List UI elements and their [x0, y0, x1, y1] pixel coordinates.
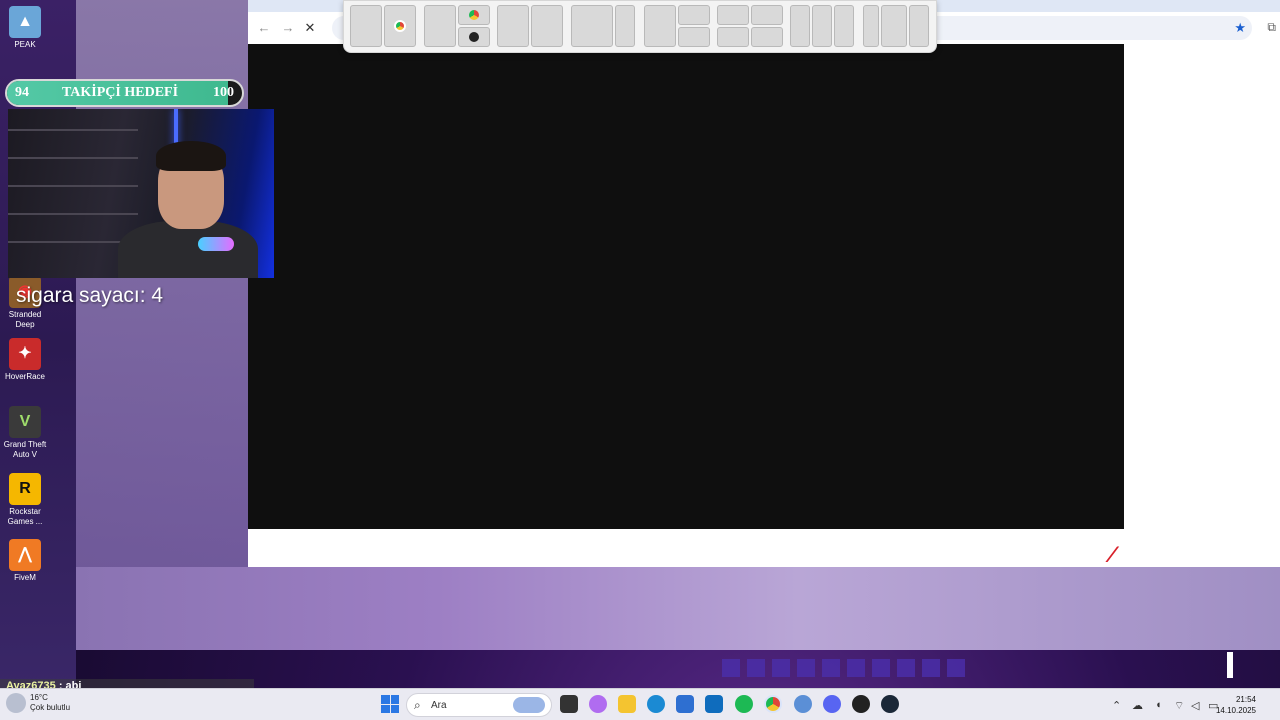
desktop-icon-gta-v[interactable]: V Grand Theft Auto V: [2, 406, 48, 460]
file-explorer-icon[interactable]: [618, 695, 636, 713]
channel-logo-watermark: ⁄ ▬▬▬ ▬▬▬: [1110, 542, 1267, 567]
microphone: [198, 237, 234, 251]
gta-v-icon: V: [9, 406, 41, 438]
taskbar: 16°C Çok bulutlu ⌕ Ara ⌃ ☁ ◖ ⌔ ◁ ▭ 21:54…: [0, 688, 1280, 720]
clock-time: 21:54: [1235, 695, 1256, 704]
snap-layout-thirds-wide[interactable]: [863, 5, 929, 47]
chrome-snap-icon: [384, 5, 416, 47]
task-view-icon[interactable]: [560, 695, 578, 713]
chrome-icon[interactable]: [764, 695, 782, 713]
snap-layout-left-stack[interactable]: [424, 5, 490, 47]
copilot-icon[interactable]: [589, 695, 607, 713]
clock-date: 14.10.2025: [1215, 706, 1256, 715]
stop-loading-icon[interactable]: ✕: [302, 20, 318, 36]
goal-current: 94: [15, 85, 29, 100]
snap-layout-even[interactable]: [497, 5, 563, 47]
back-icon[interactable]: ←: [256, 20, 272, 36]
edge-icon[interactable]: [647, 695, 665, 713]
discord-icon[interactable]: [823, 695, 841, 713]
goal-target: 100: [213, 85, 234, 100]
smoke-counter: sigara sayacı: 4: [16, 284, 164, 307]
desktop-icon-label: PEAK: [14, 40, 36, 49]
webcam-feed: [8, 109, 274, 278]
outlook-icon[interactable]: [705, 695, 723, 713]
peak-icon: ▲: [9, 6, 41, 38]
browser-window: ← → ✕ ★ ⧉: [248, 0, 1280, 567]
hoverrace-icon: ✦: [9, 338, 41, 370]
cloud-icon: [6, 693, 26, 713]
desktop-icon-rockstar[interactable]: R Rockstar Games ...: [2, 473, 48, 527]
snap-layout-grid[interactable]: [717, 5, 783, 47]
snap-layout-wide-left[interactable]: [571, 5, 635, 47]
desktop-icon-label: Rockstar Games ...: [7, 507, 43, 526]
snap-layout-halves[interactable]: [350, 5, 416, 47]
desktop-icon-label: Grand Theft Auto V: [3, 440, 47, 459]
search-placeholder: Ara: [431, 700, 447, 711]
steam-icon[interactable]: [881, 695, 899, 713]
bookmark-star-icon[interactable]: ★: [1234, 20, 1246, 36]
desktop-icon-label: HoverRace: [4, 372, 45, 381]
chevron-up-icon[interactable]: ⌃: [1112, 699, 1121, 712]
search-widget-icon: [513, 697, 545, 713]
search-icon: ⌕: [414, 698, 421, 712]
desktop-icon-peak[interactable]: ▲ PEAK: [2, 6, 48, 50]
store-icon[interactable]: [676, 695, 694, 713]
settings-icon[interactable]: [794, 695, 812, 713]
snap-layout-thirds[interactable]: [790, 5, 854, 47]
obs-icon[interactable]: [852, 695, 870, 713]
fivem-icon: ⋀: [9, 539, 41, 571]
rockstar-icon: R: [9, 473, 41, 505]
network-cloud-icon[interactable]: ☁: [1132, 699, 1143, 712]
desktop-icon-hoverrace[interactable]: ✦ HoverRace: [2, 338, 48, 382]
taskbar-search[interactable]: ⌕ Ara: [406, 693, 552, 717]
weather-temp: 16°C: [30, 693, 48, 702]
video-player[interactable]: [248, 44, 1124, 529]
snap-layouts-popup: [343, 0, 937, 53]
visualizer-squares: [722, 659, 965, 677]
goal-label: TAKİPÇİ HEDEFİ: [62, 85, 179, 100]
background-window-bottom: [76, 567, 1280, 650]
extensions-icon[interactable]: ⧉: [1267, 20, 1276, 35]
desktop-icon-label: Stranded Deep: [8, 310, 42, 329]
follower-goal-bar: 94 TAKİPÇİ HEDEFİ 100: [5, 79, 244, 107]
microphone-icon[interactable]: ◖: [1155, 699, 1162, 711]
desktop-icon-label: FiveM: [14, 573, 36, 582]
snap-layout-left-quads[interactable]: [644, 5, 710, 47]
wifi-icon[interactable]: ⌔: [1174, 699, 1184, 713]
spotify-icon[interactable]: [735, 695, 753, 713]
desktop-icon-fivem[interactable]: ⋀ FiveM: [2, 539, 48, 583]
volume-icon[interactable]: ◁: [1191, 699, 1199, 712]
weather-widget[interactable]: 16°C Çok bulutlu: [6, 693, 70, 713]
start-icon[interactable]: [381, 695, 399, 713]
weather-desc: Çok bulutlu: [30, 703, 71, 712]
forward-icon[interactable]: →: [280, 20, 296, 36]
streamer-body: [118, 221, 258, 278]
mouse-cursor: [1227, 652, 1233, 678]
system-clock[interactable]: 21:54 14.10.2025: [1216, 694, 1256, 716]
